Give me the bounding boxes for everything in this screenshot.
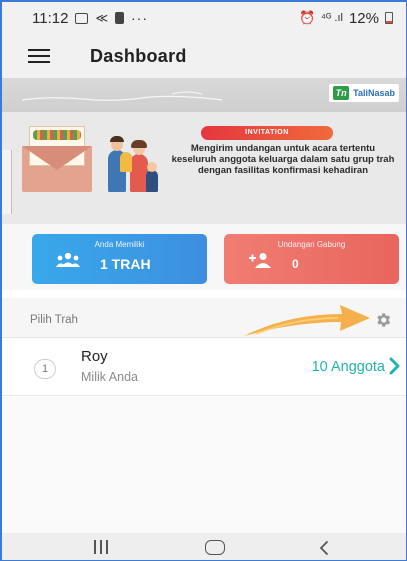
back-icon[interactable] xyxy=(318,540,330,556)
app-bar: Dashboard xyxy=(2,34,406,78)
join-invitation-label: Undangan Gabung xyxy=(277,240,346,249)
envelope-illustration: UNDANGAN UNTUK ANGGOTA KELUARGA xyxy=(22,124,92,192)
trah-ownership: Milik Anda xyxy=(81,370,138,384)
sim-notification-icon xyxy=(115,12,124,24)
add-person-icon xyxy=(249,253,271,268)
brand-logo: Tn TaliNasab xyxy=(329,84,399,102)
list-empty-area xyxy=(2,397,406,533)
banner-header: Tn TaliNasab xyxy=(2,78,406,112)
app-screen: 11:12 ≪ ··· ⏰ ⁴ᴳ .ıl 12% Dashboard Tn Ta… xyxy=(0,0,407,561)
join-invitation-card[interactable]: Undangan Gabung 0 xyxy=(224,234,399,284)
clock: 11:12 xyxy=(32,9,69,27)
trah-number: 1 xyxy=(34,359,56,379)
cloud-decoration xyxy=(22,91,223,101)
home-icon[interactable] xyxy=(205,540,225,555)
group-icon xyxy=(56,252,80,267)
gear-icon[interactable] xyxy=(374,311,392,329)
page-title: Dashboard xyxy=(90,45,187,66)
invitation-banner[interactable]: UNDANGAN UNTUK ANGGOTA KELUARGA INVITATI… xyxy=(2,112,406,224)
brand-name: TaliNasab xyxy=(353,88,395,98)
status-bar: 11:12 ≪ ··· ⏰ ⁴ᴳ .ıl 12% xyxy=(2,2,406,34)
invitation-message: Mengirim undangan untuk acara tertentu k… xyxy=(171,143,395,176)
signal-notification-icon: ≪ xyxy=(95,11,108,25)
owned-trah-card[interactable]: Anda Memiliki 1 TRAH xyxy=(32,234,207,284)
system-nav-bar xyxy=(2,533,406,560)
trah-name: Roy xyxy=(81,348,108,365)
section-label: Pilih Trah xyxy=(30,314,78,326)
hamburger-menu-icon[interactable] xyxy=(28,49,50,63)
battery-icon xyxy=(385,12,393,24)
invitation-badge: INVITATION xyxy=(201,126,333,140)
more-notifications: ··· xyxy=(131,10,148,26)
drawer-edge[interactable] xyxy=(2,150,12,214)
pointer-arrow-icon xyxy=(244,305,370,336)
trah-list-item[interactable]: 1 Roy Milik Anda 10 Anggota xyxy=(2,339,406,396)
battery-percent: 12% xyxy=(348,9,379,27)
family-illustration xyxy=(102,126,160,192)
join-invitation-value: 0 xyxy=(292,257,299,271)
member-count: 10 Anggota xyxy=(311,359,385,375)
recent-apps-icon[interactable] xyxy=(94,540,110,554)
network-signal: ⁴ᴳ .ıl xyxy=(321,12,343,24)
owned-trah-value: 1 TRAH xyxy=(100,256,151,272)
owned-trah-label: Anda Memiliki xyxy=(94,240,145,249)
chevron-right-icon[interactable] xyxy=(389,357,401,375)
talinasab-logo-icon: Tn xyxy=(333,86,350,100)
alarm-icon: ⏰ xyxy=(298,10,316,25)
gallery-notification-icon xyxy=(75,12,89,24)
